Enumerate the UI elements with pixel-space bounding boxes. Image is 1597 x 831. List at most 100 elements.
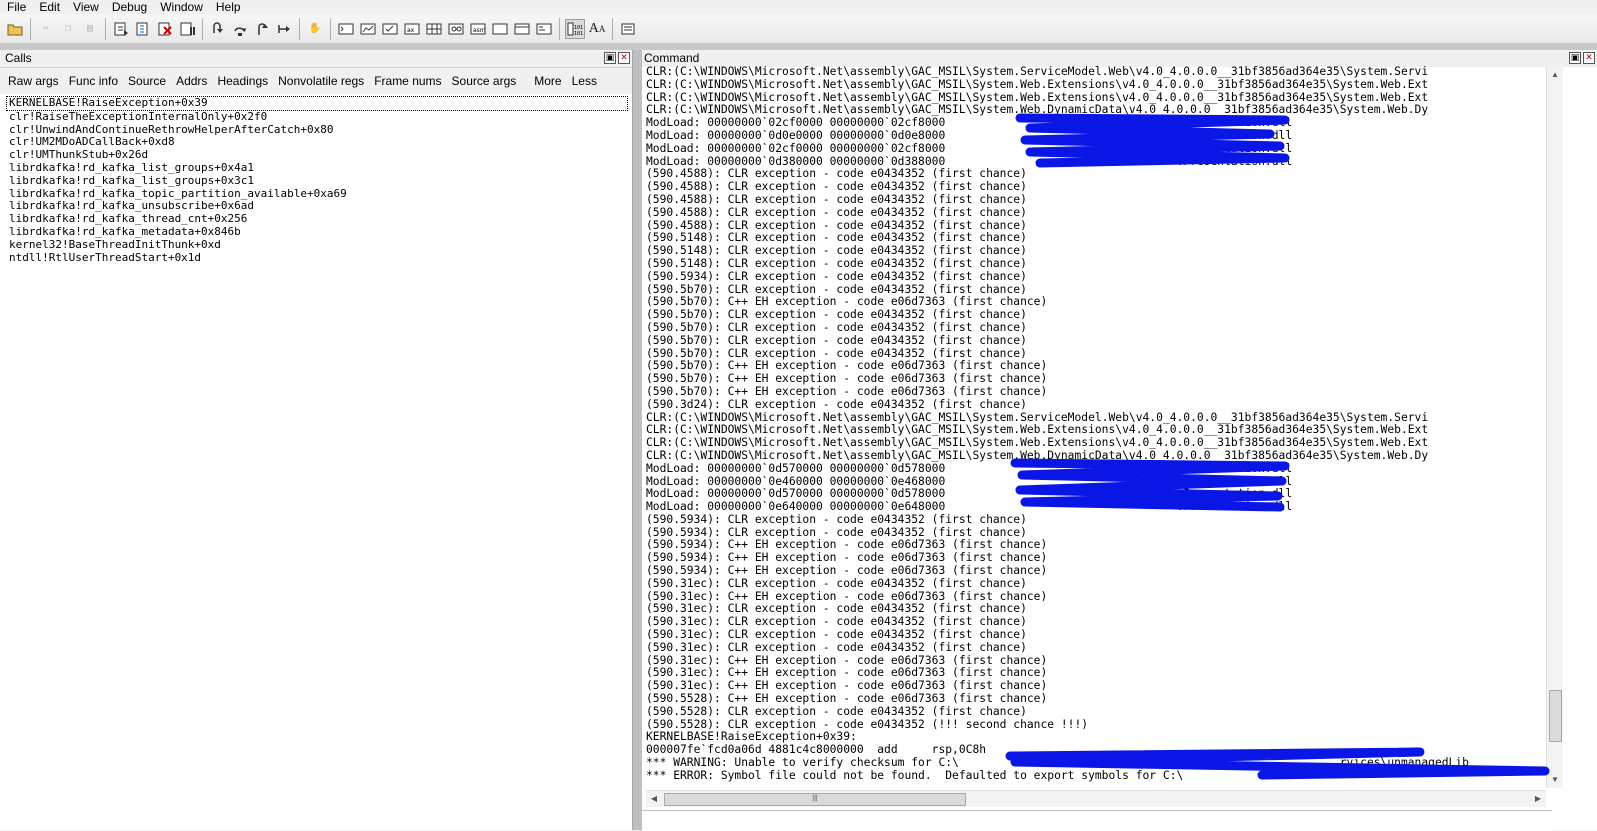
output-line: (590.5b70): CLR exception - code e043435… xyxy=(646,321,1027,334)
scratch-pad-icon[interactable] xyxy=(490,19,510,39)
output-line: (590.31ec): CLR exception - code e043435… xyxy=(646,577,1027,590)
calls-option-more[interactable]: More xyxy=(529,74,566,88)
close-icon[interactable]: ✕ xyxy=(618,52,630,64)
output-line: (590.5b70): C++ EH exception - code e06d… xyxy=(646,373,1048,386)
dock-menu-icon[interactable]: ▣ xyxy=(1569,52,1581,64)
menu-edit[interactable]: Edit xyxy=(32,1,66,14)
output-line: (590.5b70): C++ EH exception - code e06d… xyxy=(646,296,1048,309)
run-to-cursor-icon[interactable] xyxy=(274,19,294,39)
watch-icon[interactable] xyxy=(358,19,378,39)
calls-option-nonvolatile-regs[interactable]: Nonvolatile regs xyxy=(273,74,369,88)
menu-help[interactable]: Help xyxy=(209,1,247,14)
output-line: (590.5934): C++ EH exception - code e06d… xyxy=(646,539,1048,552)
output-line: ModLoad: 00000000`0d0e0000 00000000`0d0e… xyxy=(646,129,1293,142)
stack-frame[interactable]: librdkafka!rd_kafka_metadata+0x846b xyxy=(6,225,630,239)
scroll-up-icon[interactable]: ▲ xyxy=(1547,67,1563,83)
dock-menu-icon[interactable]: ▣ xyxy=(604,52,616,64)
calls-option-source[interactable]: Source xyxy=(123,74,171,88)
source-mode-icon[interactable] xyxy=(534,19,554,39)
output-line: ModLoad: 00000000`0e640000 00000000`0e64… xyxy=(646,501,1293,514)
vertical-scrollbar[interactable]: ▲ ▼ xyxy=(1546,67,1563,788)
open-icon[interactable] xyxy=(5,19,25,39)
output-line: (590.31ec): CLR exception - code e043435… xyxy=(646,603,1027,616)
output-line: (590.4588): CLR exception - code e043435… xyxy=(646,193,1027,206)
command-window-icon[interactable] xyxy=(336,19,356,39)
output-line: ModLoad: 00000000`02cf0000 00000000`02cf… xyxy=(646,117,1293,130)
processes-threads-icon[interactable] xyxy=(512,19,532,39)
vertical-scroll-thumb[interactable] xyxy=(1549,690,1562,742)
options-icon[interactable] xyxy=(618,19,638,39)
output-line: KERNELBASE!RaiseException+0x39: xyxy=(646,731,857,744)
output-line: *** ERROR: Symbol file could not be foun… xyxy=(646,769,1184,782)
calls-option-less[interactable]: Less xyxy=(567,74,602,88)
output-line: (590.31ec): C++ EH exception - code e06d… xyxy=(646,680,1048,693)
step-out-icon[interactable] xyxy=(252,19,272,39)
stack-frame[interactable]: KERNELBASE!RaiseException+0x39 xyxy=(6,96,628,111)
step-over-icon[interactable] xyxy=(230,19,250,39)
close-icon[interactable]: ✕ xyxy=(1583,52,1595,64)
horizontal-scroll-thumb[interactable]: ||| xyxy=(664,793,966,806)
calls-title-bar: Calls ▣ ✕ xyxy=(0,50,632,68)
svg-text:asm: asm xyxy=(473,27,486,34)
menu-window[interactable]: Window xyxy=(153,1,209,14)
output-line: (590.4588): CLR exception - code e043435… xyxy=(646,206,1027,219)
toolbar-separator xyxy=(30,17,31,40)
command-title: Command xyxy=(644,51,700,65)
output-line: (590.5b70): C++ EH exception - code e06d… xyxy=(646,385,1048,398)
calls-option-source-args[interactable]: Source args xyxy=(447,74,522,88)
toolbar-separator xyxy=(559,17,560,40)
step-into-icon[interactable] xyxy=(208,19,228,39)
copy-icon[interactable]: ❐ xyxy=(58,19,78,39)
toolbar-separator xyxy=(330,17,331,40)
registers-icon[interactable]: ax xyxy=(402,19,422,39)
calls-option-func-info[interactable]: Func info xyxy=(64,74,123,88)
stop-debugging-icon[interactable] xyxy=(155,19,175,39)
calls-option-addrs[interactable]: Addrs xyxy=(171,74,212,88)
memory-icon[interactable] xyxy=(424,19,444,39)
output-line: CLR:(C:\WINDOWS\Microsoft.Net\assembly\G… xyxy=(646,437,1429,450)
font-icon[interactable]: AA xyxy=(587,19,607,39)
stack-frame[interactable]: ntdll!RtlUserThreadStart+0x1d xyxy=(6,251,630,265)
output-line: ModLoad: 00000000`02cf0000 00000000`02cf… xyxy=(646,142,1293,155)
horizontal-scrollbar[interactable]: ◀ ||| ▶ xyxy=(646,790,1546,807)
menu-debug[interactable]: Debug xyxy=(105,1,153,14)
command-input[interactable] xyxy=(642,810,1552,831)
output-line: (590.5b70): C++ EH exception - code e06d… xyxy=(646,360,1048,373)
stack-frame[interactable]: kernel32!BaseThreadInitThunk+0xd xyxy=(6,238,630,252)
menu-file[interactable]: File xyxy=(0,1,32,14)
output-line: CLR:(C:\WINDOWS\Microsoft.Net\assembly\G… xyxy=(646,91,1429,104)
cut-icon[interactable]: ✂ xyxy=(36,19,56,39)
locals-icon[interactable] xyxy=(380,19,400,39)
source-mode-toggle-icon[interactable]: 101 101 xyxy=(565,18,585,39)
output-line: CLR:(C:\WINDOWS\Microsoft.Net\assembly\G… xyxy=(646,66,1429,78)
stack-frame[interactable]: librdkafka!rd_kafka_list_groups+0x4a1 xyxy=(6,161,630,175)
stack-frame[interactable]: librdkafka!rd_kafka_list_groups+0x3c1 xyxy=(6,174,630,188)
menu-bar: File Edit View Debug Window Help xyxy=(0,0,1597,14)
scroll-down-icon[interactable]: ▼ xyxy=(1547,772,1563,788)
output-line: (590.5934): CLR exception - code e043435… xyxy=(646,270,1027,283)
restart-icon[interactable] xyxy=(133,19,153,39)
output-line: (590.31ec): CLR exception - code e043435… xyxy=(646,629,1027,642)
calls-title: Calls xyxy=(5,51,32,65)
scroll-right-icon[interactable]: ▶ xyxy=(1530,791,1546,807)
break-icon[interactable] xyxy=(177,19,197,39)
svg-text:ax: ax xyxy=(407,27,415,34)
stack-frame[interactable]: clr!RaiseTheExceptionInternalOnly+0x2f0 xyxy=(6,110,630,124)
output-line: CLR:(C:\WINDOWS\Microsoft.Net\assembly\G… xyxy=(646,449,1429,462)
scroll-left-icon[interactable]: ◀ xyxy=(646,791,662,807)
hand-icon[interactable]: ✋ xyxy=(305,19,325,39)
output-line: ModLoad: 00000000`0d380000 00000000`0d38… xyxy=(646,155,1293,168)
calls-option-headings[interactable]: Headings xyxy=(212,74,273,88)
go-icon[interactable] xyxy=(111,19,131,39)
menu-view[interactable]: View xyxy=(66,1,105,14)
calls-option-raw-args[interactable]: Raw args xyxy=(3,74,64,88)
disassembly-icon[interactable]: asm xyxy=(468,19,488,39)
command-title-bar: Command ▣ ✕ xyxy=(642,50,1597,67)
output-line: (590.4588): CLR exception - code e043435… xyxy=(646,181,1027,194)
scroll-grip: ||| xyxy=(812,795,818,802)
calls-option-frame-nums[interactable]: Frame nums xyxy=(369,74,446,88)
call-stack-icon[interactable] xyxy=(446,19,466,39)
paste-icon[interactable]: ▤ xyxy=(80,19,100,39)
output-line: (590.5b70): CLR exception - code e043435… xyxy=(646,309,1027,322)
output-line: (590.5934): C++ EH exception - code e06d… xyxy=(646,565,1048,578)
